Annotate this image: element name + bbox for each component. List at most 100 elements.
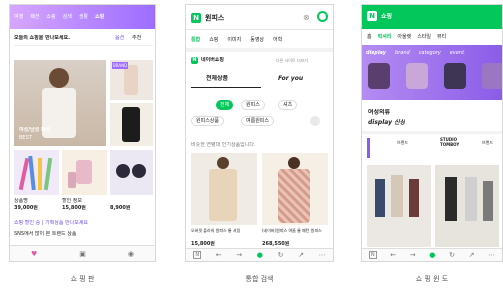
brand-3[interactable]: 브랜드 — [482, 139, 493, 146]
tab-shopping[interactable]: 쇼핑 — [209, 36, 218, 43]
caption-3: 쇼 핑 윈 도 — [415, 275, 449, 283]
hero-caption-2: BEST — [19, 135, 32, 141]
page-subtitle: 오늘의 쇼핑을 만나보세요. — [14, 35, 70, 41]
store-image-1[interactable] — [367, 165, 431, 247]
phone-shopping-window: N 쇼핑 홈 럭셔리 아울렛 스타일 뷰티 display brand cate… — [361, 4, 503, 262]
promo-link[interactable]: 쇼핑 할인 중 | 기획상품 만나보세요 — [14, 220, 88, 227]
display-tabs: display brand category event — [366, 48, 464, 57]
more-icon[interactable]: ⋯ — [488, 251, 495, 259]
chip-5[interactable]: 여름원피스 — [241, 116, 275, 126]
product-image-2[interactable] — [262, 153, 328, 225]
refresh-icon[interactable]: ↻ — [278, 251, 284, 259]
hero-image[interactable]: 여성/남성 패션 BEST — [14, 60, 106, 146]
product-price-3: 8,900원 — [110, 205, 131, 211]
story-2[interactable] — [406, 63, 428, 89]
caption-1: 쇼 핑 판 — [70, 275, 95, 283]
search-tabs: 통합 쇼핑 이미지 동영상 어학 — [191, 35, 282, 44]
product-thumb-3[interactable] — [14, 150, 59, 195]
tab-dict[interactable]: 어학 — [273, 36, 282, 43]
cat-home[interactable]: 홈 — [367, 33, 372, 40]
product-image-1[interactable] — [191, 153, 257, 225]
tab-for-you[interactable]: For you — [278, 75, 303, 82]
tab-category[interactable]: category — [419, 50, 441, 56]
product-thumb-5[interactable] — [110, 150, 153, 195]
product-price-2: 268,550원 — [262, 241, 290, 247]
banner-subtitle: display 신상 — [368, 119, 406, 126]
tab-2[interactable]: 패션 — [30, 13, 39, 20]
heart-icon[interactable]: ♥ — [31, 250, 37, 258]
chip-2[interactable]: 원피스 — [241, 100, 265, 110]
browser-nav-bar: N ← → ● ↻ ↗ ⋯ — [186, 248, 333, 261]
naver-shopping-label: 네이버쇼핑 — [201, 57, 225, 63]
product-thumb-1[interactable]: BRAND — [110, 60, 153, 100]
forward-arrow-icon[interactable]: → — [236, 251, 242, 259]
recommend-link[interactable]: 추천 — [132, 35, 141, 42]
tab-all[interactable]: 통합 — [191, 36, 200, 43]
product-price-1: 15,800원 — [191, 241, 215, 247]
refresh-icon[interactable]: ↻ — [449, 251, 455, 259]
search-input[interactable]: 원피스 — [205, 14, 224, 23]
product-name-1[interactable]: 오버핏 플라워 원피스 롱 셔링 — [191, 228, 257, 234]
naver-logo-icon[interactable]: N — [191, 13, 201, 23]
product-thumb-2[interactable] — [110, 103, 153, 146]
tab-3[interactable]: 쇼핑 — [46, 13, 55, 20]
more-chips-button[interactable] — [310, 116, 320, 126]
tab-brand[interactable]: brand — [395, 50, 410, 56]
tab-5[interactable]: 생활 — [79, 13, 88, 20]
banner-title: 여성의류 — [368, 109, 391, 116]
tab-images[interactable]: 이미지 — [227, 36, 241, 43]
cat-outlet[interactable]: 아울렛 — [397, 33, 411, 40]
brand-marker — [367, 138, 370, 158]
brand-tag: BRAND — [112, 62, 129, 69]
shopping-title: 쇼핑 — [381, 12, 393, 20]
bottom-nav: ♥ ▣ ◉ — [10, 245, 155, 261]
nav-my-icon[interactable]: ◉ — [128, 250, 134, 258]
tab-all-products[interactable]: 전체상품 — [206, 75, 228, 82]
cat-beauty[interactable]: 뷰티 — [437, 33, 446, 40]
tab-4[interactable]: 검색 — [63, 13, 72, 20]
browser-nav-bar: N ← → ● ↻ ↗ ⋯ — [362, 248, 502, 261]
product-name-2[interactable]: (네이버)원피스 여름 롱 패턴 원피스 — [262, 228, 328, 234]
tab-video[interactable]: 동영상 — [250, 36, 264, 43]
cat-luxury[interactable]: 럭셔리 — [378, 33, 392, 40]
story-3[interactable] — [444, 63, 466, 89]
promo-text[interactable]: SNS에서 많이 본 트렌드 상품 — [14, 231, 76, 238]
tab-1[interactable]: 여행 — [14, 13, 23, 20]
category-tabs: 여행 패션 쇼핑 검색 생활 쇼핑 — [14, 12, 104, 21]
option-link[interactable]: 옵션 — [115, 35, 124, 42]
green-circle-icon[interactable]: ● — [429, 251, 435, 259]
more-sites-link[interactable]: 다른 사이트 더보기 — [276, 57, 308, 64]
chip-4[interactable]: 원피스상품 — [191, 116, 225, 126]
tab-display[interactable]: display — [366, 50, 386, 56]
nav-shopping-icon[interactable]: ▣ — [79, 250, 86, 258]
caption-2: 통합 검색 — [245, 275, 274, 283]
story-4[interactable] — [482, 63, 502, 89]
product-price-1: 39,000원 — [14, 205, 38, 211]
back-arrow-icon[interactable]: ← — [216, 251, 222, 259]
store-image-2[interactable] — [435, 165, 499, 247]
forward-arrow-icon[interactable]: → — [410, 251, 416, 259]
back-arrow-icon[interactable]: ← — [390, 251, 396, 259]
green-circle-icon[interactable]: ● — [257, 251, 263, 259]
brand-2[interactable]: STUDIO TOMBOY — [440, 137, 468, 147]
clear-icon[interactable]: ⊗ — [303, 13, 310, 22]
chip-3[interactable]: 셔츠 — [278, 100, 298, 110]
more-icon[interactable]: ⋯ — [319, 251, 326, 259]
product-price-2: 15,800원 — [62, 205, 86, 211]
story-1[interactable] — [368, 63, 390, 89]
tab-active-shopping[interactable]: 쇼핑 — [95, 13, 104, 20]
tab-event[interactable]: event — [450, 50, 464, 56]
naver-home-icon[interactable]: N — [368, 251, 377, 259]
product-thumb-4[interactable] — [62, 150, 107, 195]
brand-1[interactable]: 브랜드 — [397, 139, 408, 146]
product-label-1: 상품명 — [14, 198, 28, 204]
naver-home-icon[interactable]: N — [193, 251, 202, 259]
category-tabs: 홈 럭셔리 아울렛 스타일 뷰티 — [367, 32, 446, 41]
cat-style[interactable]: 스타일 — [417, 33, 431, 40]
search-icon[interactable] — [317, 11, 328, 22]
share-icon[interactable]: ↗ — [298, 251, 304, 259]
share-icon[interactable]: ↗ — [469, 251, 475, 259]
hero-caption: 여성/남성 패션 — [19, 127, 51, 133]
chip-all[interactable]: 전체 — [216, 100, 234, 110]
naver-logo[interactable]: N — [367, 11, 377, 21]
